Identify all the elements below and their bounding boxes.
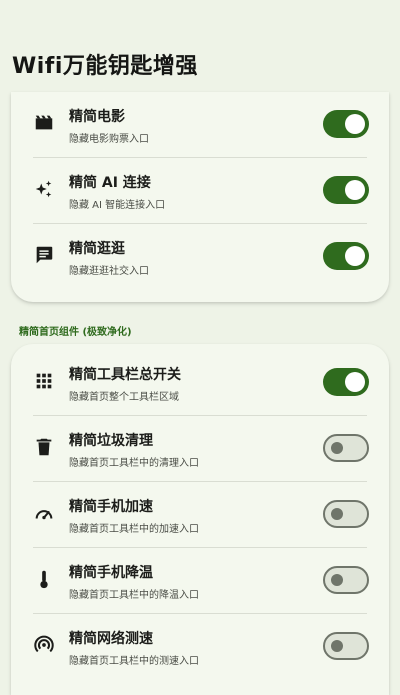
browse-toggle[interactable] — [323, 242, 369, 270]
setting-subtitle: 隐藏 AI 智能连接入口 — [69, 200, 166, 211]
phone-boost-toggle[interactable] — [323, 500, 369, 528]
setting-subtitle: 隐藏首页工具栏中的降温入口 — [69, 590, 199, 601]
ai-connect-toggle[interactable] — [323, 176, 369, 204]
setting-subtitle: 隐藏首页工具栏中的测速入口 — [69, 656, 199, 667]
setting-row-ai-connect[interactable]: 精简 AI 连接 隐藏 AI 智能连接入口 — [11, 158, 389, 224]
setting-row-browse[interactable]: 精简逛逛 隐藏逛逛社交入口 — [11, 224, 389, 290]
app-title: Wifi万能钥匙增强 — [12, 54, 198, 79]
clapperboard-icon — [33, 112, 55, 134]
junk-clean-toggle[interactable] — [323, 434, 369, 462]
setting-title: 精简逛逛 — [69, 241, 125, 257]
setting-row-phone-boost[interactable]: 精简手机加速 隐藏首页工具栏中的加速入口 — [11, 482, 389, 548]
speedometer-icon — [33, 502, 55, 524]
chat-message-icon — [33, 244, 55, 266]
setting-title: 精简 AI 连接 — [69, 175, 151, 191]
setting-row-phone-cool[interactable]: 精简手机降温 隐藏首页工具栏中的降温入口 — [11, 548, 389, 614]
setting-subtitle: 隐藏首页整个工具栏区域 — [69, 392, 179, 403]
setting-row-junk-clean[interactable]: 精简垃圾清理 隐藏首页工具栏中的清理入口 — [11, 416, 389, 482]
setting-subtitle: 隐藏电影购票入口 — [69, 134, 149, 145]
phone-cool-toggle[interactable] — [323, 566, 369, 594]
settings-card-1: 精简电影 隐藏电影购票入口 精简 AI 连接 隐藏 AI 智能连接入口 精简逛逛… — [11, 92, 389, 302]
setting-row-movie[interactable]: 精简电影 隐藏电影购票入口 — [11, 92, 389, 158]
thermometer-icon — [33, 568, 55, 590]
speed-test-toggle[interactable] — [323, 632, 369, 660]
setting-row-toolbar-master[interactable]: 精简工具栏总开关 隐藏首页整个工具栏区域 — [11, 350, 389, 416]
setting-subtitle: 隐藏首页工具栏中的加速入口 — [69, 524, 199, 535]
section-header: 精简首页组件 (极致净化) — [19, 327, 132, 338]
setting-title: 精简手机加速 — [69, 499, 153, 515]
setting-title: 精简手机降温 — [69, 565, 153, 581]
signal-test-icon — [33, 634, 55, 656]
settings-card-2: 精简工具栏总开关 隐藏首页整个工具栏区域 精简垃圾清理 隐藏首页工具栏中的清理入… — [11, 344, 389, 695]
grid-dots-icon — [33, 370, 55, 392]
setting-title: 精简工具栏总开关 — [69, 367, 181, 383]
sparkle-icon — [33, 178, 55, 200]
toolbar-master-toggle[interactable] — [323, 368, 369, 396]
setting-title: 精简垃圾清理 — [69, 433, 153, 449]
setting-subtitle: 隐藏逛逛社交入口 — [69, 266, 149, 277]
trash-icon — [33, 436, 55, 458]
setting-subtitle: 隐藏首页工具栏中的清理入口 — [69, 458, 199, 469]
setting-title: 精简网络测速 — [69, 631, 153, 647]
setting-title: 精简电影 — [69, 109, 125, 125]
movie-toggle[interactable] — [323, 110, 369, 138]
setting-row-speed-test[interactable]: 精简网络测速 隐藏首页工具栏中的测速入口 — [11, 614, 389, 680]
